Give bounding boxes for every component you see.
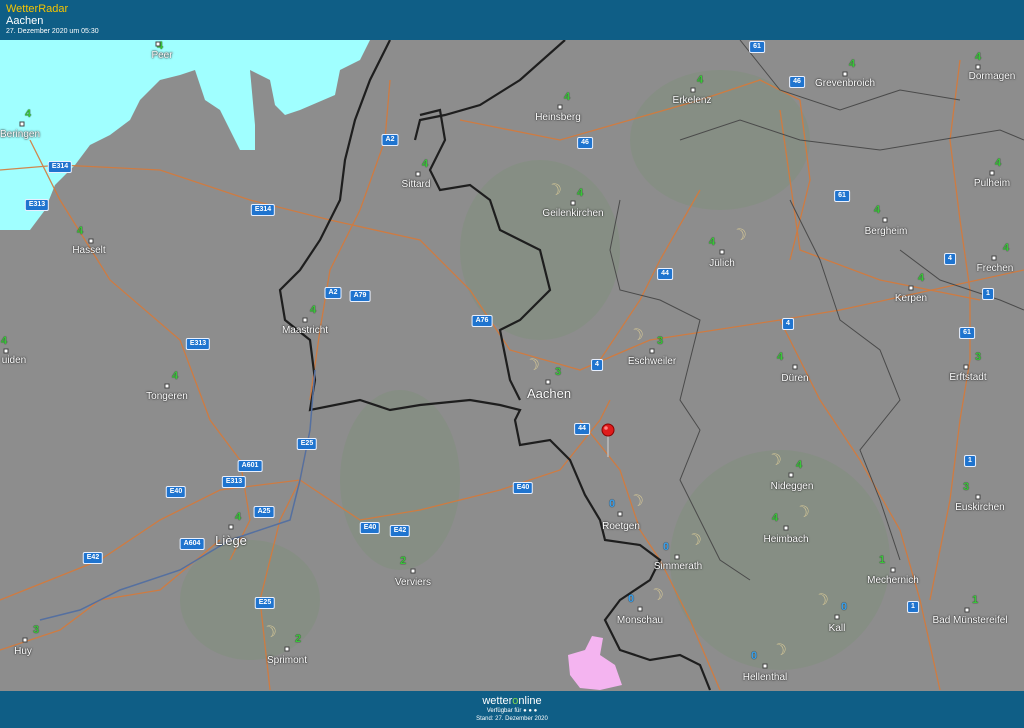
app-footer: wetteronline Verfügbar für ● ● ● Stand: … xyxy=(0,691,1024,728)
road-shield: E25 xyxy=(254,597,276,609)
road-shield: 46 xyxy=(789,76,805,88)
road-shield: E40 xyxy=(359,522,381,534)
stand-text: Stand: 27. Dezember 2020 xyxy=(476,716,548,722)
road-shield: E313 xyxy=(221,476,247,488)
road-shield: E42 xyxy=(82,552,104,564)
pink-zone xyxy=(568,636,622,690)
road-shield: E40 xyxy=(512,482,534,494)
road-shield: A79 xyxy=(349,290,371,302)
road-shield: 61 xyxy=(959,327,975,339)
road-shield: 1 xyxy=(907,601,919,613)
availability-text: Verfügbar für ● ● ● xyxy=(486,708,538,714)
map-base xyxy=(0,40,1024,691)
location-pin-icon[interactable] xyxy=(600,423,616,459)
road-shield: E42 xyxy=(389,525,411,537)
road-shield: A25 xyxy=(253,506,275,518)
platform-icons: ● ● ● xyxy=(523,708,538,714)
road-shield: 61 xyxy=(834,190,850,202)
road-shield: A2 xyxy=(381,134,399,146)
snow-zone xyxy=(0,40,370,230)
brand-logo[interactable]: wetteronline xyxy=(0,695,1024,707)
road-shield: 1 xyxy=(964,455,976,467)
road-shield: E25 xyxy=(296,438,318,450)
road-shield: 4 xyxy=(782,318,794,330)
road-shield: E314 xyxy=(47,161,73,173)
road-shield: E313 xyxy=(185,338,211,350)
road-shield: A601 xyxy=(237,460,263,472)
road-shield: E314 xyxy=(250,204,276,216)
road-shield: 4 xyxy=(944,253,956,265)
road-shield: 44 xyxy=(574,423,590,435)
road-shield: E40 xyxy=(165,486,187,498)
app-header: WetterRadar Aachen 27. Dezember 2020 um … xyxy=(0,0,1024,41)
road-shield: A2 xyxy=(324,287,342,299)
location-title: Aachen xyxy=(6,15,44,27)
timestamp: 27. Dezember 2020 um 05:30 xyxy=(6,28,99,35)
app-title: WetterRadar xyxy=(6,3,69,15)
weather-map[interactable]: 61 46 A2 46 E314 E313 E314 61 A2 A79 A76… xyxy=(0,40,1024,691)
road-shield: A604 xyxy=(179,538,205,550)
road-shield: 4 xyxy=(591,359,603,371)
road-shield: 61 xyxy=(749,41,765,53)
road-shield: 44 xyxy=(657,268,673,280)
road-shield: A76 xyxy=(471,315,493,327)
road-shield: E313 xyxy=(24,199,50,211)
road-shield: 1 xyxy=(982,288,994,300)
road-shield: 46 xyxy=(577,137,593,149)
